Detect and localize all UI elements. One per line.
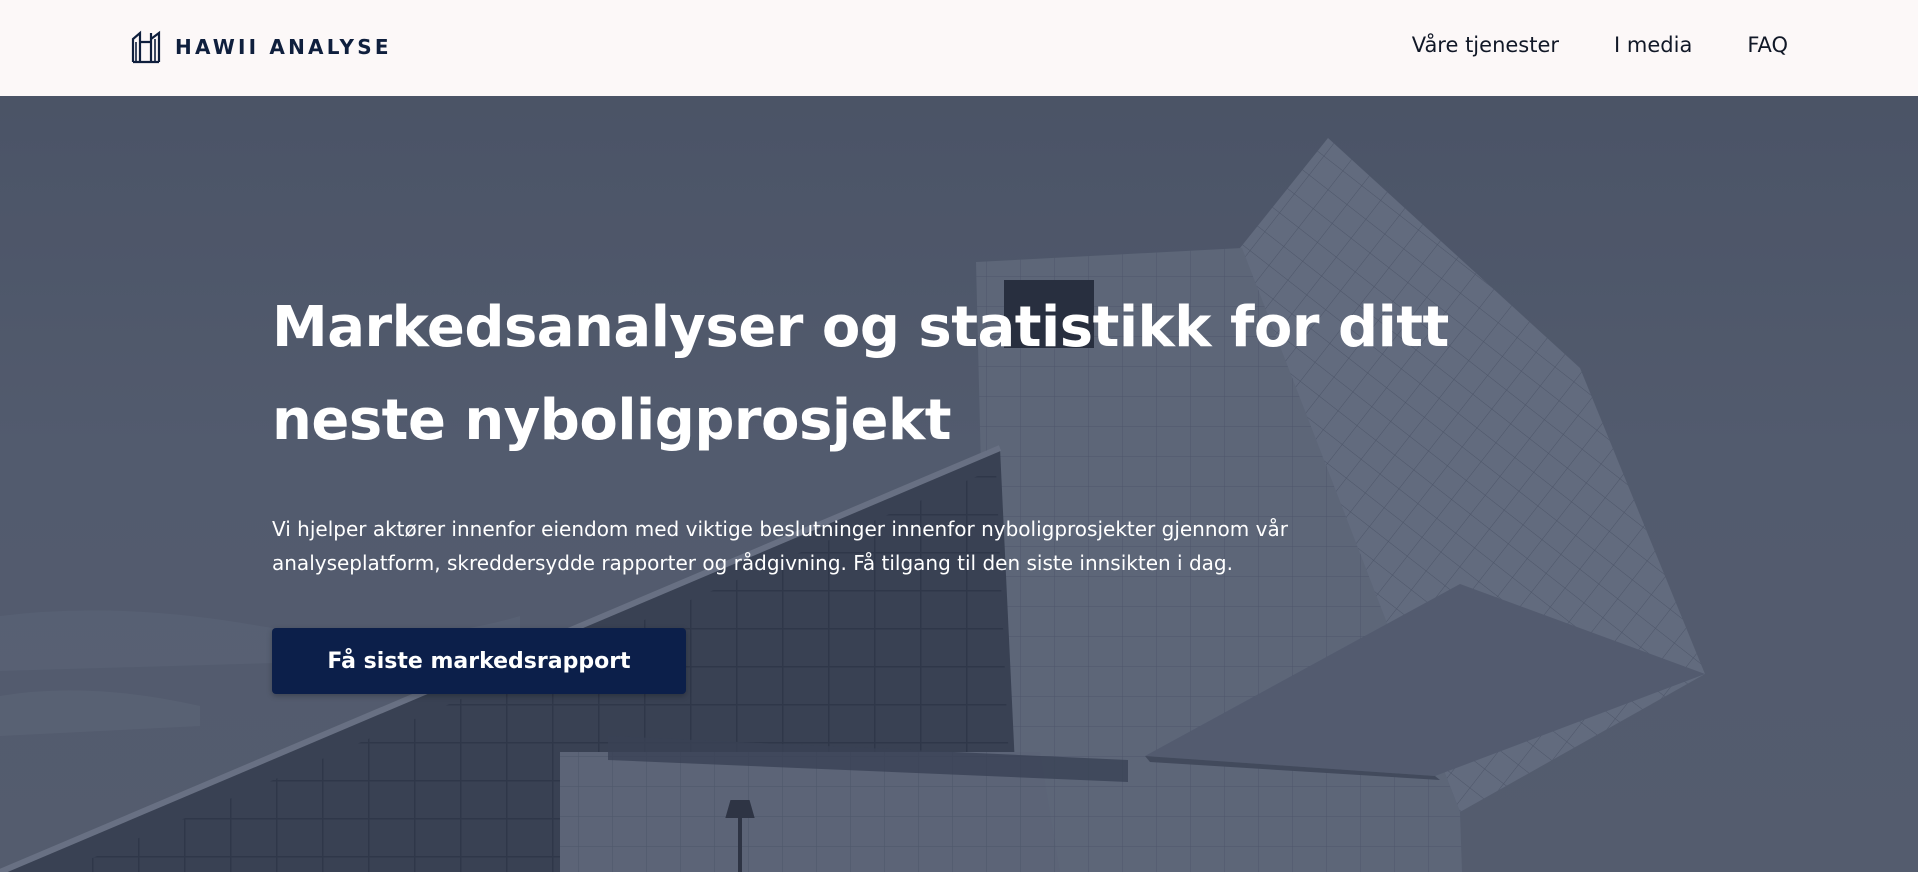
brand-name: HAWII ANALYSE — [175, 35, 392, 59]
hero-section: Markedsanalyser og statistikk for ditt n… — [0, 96, 1918, 872]
main-nav: Våre tjenester I media FAQ — [1412, 33, 1788, 57]
hero-title: Markedsanalyser og statistikk for ditt n… — [272, 295, 1449, 453]
hero-description: Vi hjelper aktører innenfor eiendom med … — [272, 517, 1288, 575]
site-header: HAWII ANALYSE Våre tjenester I media FAQ — [0, 0, 1918, 96]
nav-item-faq[interactable]: FAQ — [1747, 33, 1788, 57]
nav-item-services[interactable]: Våre tjenester — [1412, 33, 1559, 57]
get-market-report-button[interactable]: Få siste markedsrapport — [272, 628, 686, 694]
hero-background-image — [0, 96, 1918, 872]
hawii-logo-icon — [131, 30, 161, 64]
logo-link[interactable]: HAWII ANALYSE — [131, 30, 392, 64]
nav-item-media[interactable]: I media — [1614, 33, 1692, 57]
